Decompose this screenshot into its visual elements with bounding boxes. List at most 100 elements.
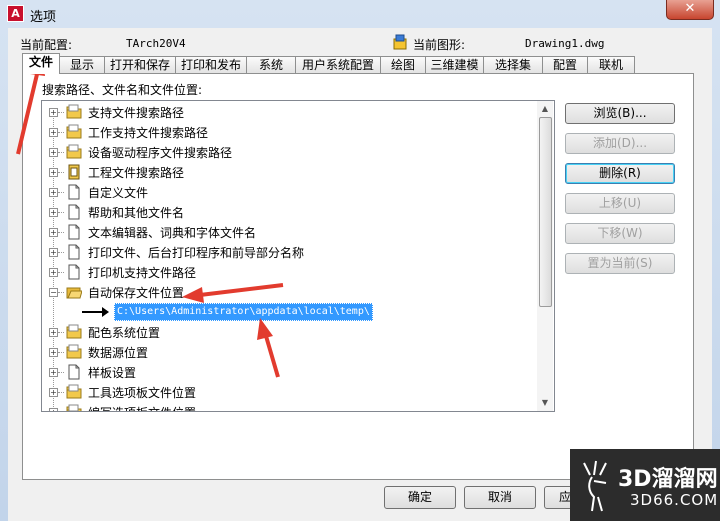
tab-drafting[interactable]: 绘图 <box>380 56 426 73</box>
tab-online[interactable]: 联机 <box>587 56 635 73</box>
autosave-path-value[interactable]: C:\Users\Administrator\appdata\local\tem… <box>114 303 373 321</box>
tree-item-label: 工作支持文件搜索路径 <box>88 126 209 140</box>
tree-item[interactable]: + 工程文件搜索路径 <box>42 162 542 182</box>
collapse-icon[interactable]: − <box>49 288 58 297</box>
expand-icon[interactable]: + <box>49 408 58 411</box>
browse-button[interactable]: 浏览(B)... <box>565 103 675 124</box>
tree-item[interactable]: + 支持文件搜索路径 <box>42 102 542 122</box>
title-bar[interactable]: A 选项 ✕ <box>0 0 720 28</box>
window-title: 选项 <box>30 10 57 25</box>
file-icon <box>68 264 80 280</box>
tab-3d-modeling[interactable]: 三维建模 <box>425 56 484 73</box>
folder-icon <box>66 124 82 139</box>
tree-connector <box>58 292 64 293</box>
set-current-button[interactable]: 置为当前(S) <box>565 253 675 274</box>
tab-plot-publish[interactable]: 打印和发布 <box>175 56 247 73</box>
tab-user-preferences[interactable]: 用户系统配置 <box>295 56 381 73</box>
expand-icon[interactable]: + <box>49 148 58 157</box>
tree-item-label: 帮助和其他文件名 <box>88 206 185 220</box>
tree-item-label: 配色系统位置 <box>88 326 161 340</box>
tree-connector <box>58 272 64 273</box>
folder-icon <box>66 404 82 411</box>
move-down-button[interactable]: 下移(W) <box>565 223 675 244</box>
tree-item[interactable]: + 样板设置 <box>42 362 542 382</box>
cancel-button[interactable]: 取消 <box>464 486 536 509</box>
tree-connector <box>58 252 64 253</box>
expand-icon[interactable]: + <box>49 128 58 137</box>
tree-item[interactable]: + 编写选项板文件位置 <box>42 402 542 411</box>
folder-icon <box>66 144 82 159</box>
close-button[interactable]: ✕ <box>666 0 714 20</box>
tree-item-label: 工程文件搜索路径 <box>88 166 185 180</box>
folder-icon <box>66 384 82 399</box>
file-icon <box>68 184 80 200</box>
tree-connector <box>58 212 64 213</box>
scroll-up-icon[interactable]: ▲ <box>537 101 553 117</box>
tree-item[interactable]: + 打印文件、后台打印程序和前导部分名称 <box>42 242 542 262</box>
tab-open-save[interactable]: 打开和保存 <box>104 56 176 73</box>
watermark-url: 3D66.COM <box>630 491 719 509</box>
expand-icon[interactable]: + <box>49 248 58 257</box>
tree-item[interactable]: + 数据源位置 <box>42 342 542 362</box>
tab-files[interactable]: 文件 <box>22 53 60 74</box>
file-icon <box>68 364 80 380</box>
expand-icon[interactable]: + <box>49 208 58 217</box>
expand-icon[interactable]: + <box>49 188 58 197</box>
tree-connector <box>58 392 64 393</box>
current-drawing-label: 当前图形: <box>413 38 466 52</box>
drawing-icon <box>393 34 407 50</box>
tree-item[interactable]: + 配色系统位置 <box>42 322 542 342</box>
watermark: 3D溜溜网 3D66.COM <box>570 449 720 521</box>
tree-connector <box>58 112 64 113</box>
scroll-down-icon[interactable]: ▼ <box>537 395 553 411</box>
tree-scrollbar[interactable]: ▲ ▼ <box>537 101 553 411</box>
scroll-thumb[interactable] <box>539 117 552 307</box>
tree-item-label: 支持文件搜索路径 <box>88 106 185 120</box>
expand-icon[interactable]: + <box>49 368 58 377</box>
autocad-logo-icon: A <box>7 5 24 22</box>
tree-item-label: 打印文件、后台打印程序和前导部分名称 <box>88 246 305 260</box>
tree-item[interactable]: + 设备驱动程序文件搜索路径 <box>42 142 542 162</box>
current-profile-value: TArch20V4 <box>126 37 186 50</box>
deer-logo-icon <box>583 460 607 512</box>
tree-child-item[interactable]: C:\Users\Administrator\appdata\local\tem… <box>42 302 542 322</box>
current-profile-label: 当前配置: <box>20 38 73 52</box>
options-dialog: A 选项 ✕ 当前配置: TArch20V4 当前图形: Drawing1.dw… <box>0 0 720 521</box>
file-icon <box>68 244 80 260</box>
file-tree[interactable]: + 支持文件搜索路径 + 工作支持文件搜索路径 + 设备驱动程序文件搜索路径 + 工程文件搜索… <box>41 100 555 412</box>
tree-item[interactable]: + 文本编辑器、词典和字体文件名 <box>42 222 542 242</box>
search-paths-label: 搜索路径、文件名和文件位置: <box>42 83 203 97</box>
tree-connector <box>58 152 64 153</box>
remove-button[interactable]: 删除(R) <box>565 163 675 184</box>
tree-item-label: 设备驱动程序文件搜索路径 <box>88 146 233 160</box>
tree-item[interactable]: + 工具选项板文件位置 <box>42 382 542 402</box>
file-icon <box>68 224 80 240</box>
tree-item[interactable]: + 自定义文件 <box>42 182 542 202</box>
move-up-button[interactable]: 上移(U) <box>565 193 675 214</box>
expand-icon[interactable]: + <box>49 168 58 177</box>
expand-icon[interactable]: + <box>49 268 58 277</box>
tree-item[interactable]: + 打印机支持文件路径 <box>42 262 542 282</box>
expand-icon[interactable]: + <box>49 388 58 397</box>
add-button[interactable]: 添加(D)... <box>565 133 675 154</box>
ok-button[interactable]: 确定 <box>384 486 456 509</box>
tree-connector <box>58 332 64 333</box>
tree-item-label: 自动保存文件位置 <box>88 286 185 300</box>
tree-item[interactable]: + 工作支持文件搜索路径 <box>42 122 542 142</box>
expand-icon[interactable]: + <box>49 228 58 237</box>
expand-icon[interactable]: + <box>49 328 58 337</box>
folder-icon <box>66 104 82 119</box>
tree-item[interactable]: + 帮助和其他文件名 <box>42 202 542 222</box>
tree-item-label: 文本编辑器、词典和字体文件名 <box>88 226 257 240</box>
tree-item[interactable]: − 自动保存文件位置 <box>42 282 542 302</box>
tree-item-label: 打印机支持文件路径 <box>88 266 197 280</box>
expand-icon[interactable]: + <box>49 348 58 357</box>
folder-icon <box>66 324 82 339</box>
tree-connector <box>58 132 64 133</box>
tab-selection[interactable]: 选择集 <box>483 56 543 73</box>
expand-icon[interactable]: + <box>49 108 58 117</box>
folder-open-icon <box>66 287 82 299</box>
tab-display[interactable]: 显示 <box>59 56 105 73</box>
tab-system[interactable]: 系统 <box>246 56 296 73</box>
tab-profiles[interactable]: 配置 <box>542 56 588 73</box>
